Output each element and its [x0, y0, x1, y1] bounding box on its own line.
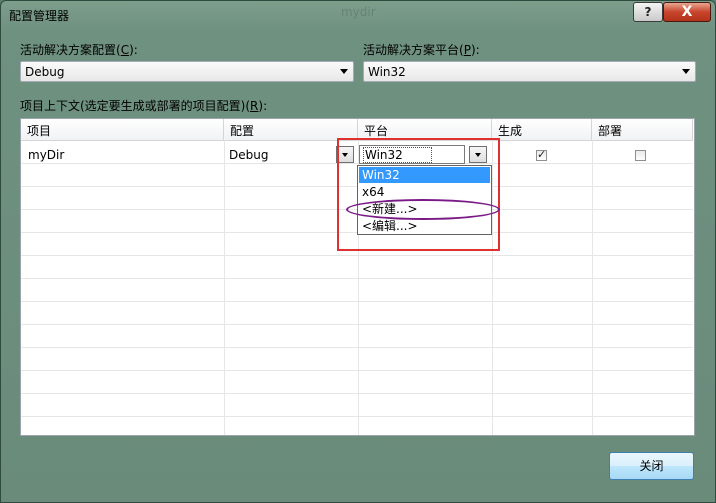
active-platform-combo[interactable]: Win32 — [363, 61, 696, 82]
row-deploy-checkbox[interactable] — [635, 150, 646, 161]
window-close-button[interactable]: X — [663, 2, 711, 22]
column-header-project[interactable]: 项目 — [21, 119, 224, 140]
project-contexts-label: 项目上下文(选定要生成或部署的项目配置)(R): — [20, 99, 268, 113]
question-icon: ? — [644, 5, 652, 19]
active-platform-value: Win32 — [368, 65, 406, 79]
title-bar[interactable]: 配置管理器 mydir ? X — [1, 1, 715, 29]
column-header-platform[interactable]: 平台 — [358, 119, 492, 140]
active-config-value: Debug — [25, 65, 65, 79]
grid-column-line — [224, 140, 225, 435]
column-header-build[interactable]: 生成 — [492, 119, 592, 140]
help-button[interactable]: ? — [633, 2, 663, 22]
background-window-title: mydir — [341, 5, 376, 19]
row-config-value[interactable]: Debug — [229, 148, 268, 162]
row-project-name: myDir — [28, 148, 65, 162]
purple-highlight-ellipse — [346, 199, 500, 220]
window-title: 配置管理器 — [9, 9, 70, 23]
column-header-config[interactable]: 配置 — [224, 119, 358, 140]
active-config-label: 活动解决方案配置(C): — [20, 43, 138, 57]
active-platform-label: 活动解决方案平台(P): — [363, 43, 480, 57]
grid-column-line — [592, 140, 593, 435]
close-button[interactable]: 关闭 — [609, 452, 694, 480]
chevron-down-icon — [682, 69, 690, 74]
row-build-checkbox[interactable] — [536, 148, 547, 161]
column-header-deploy[interactable]: 部署 — [592, 119, 693, 140]
red-highlight-box — [337, 138, 500, 251]
chevron-down-icon — [340, 69, 348, 74]
close-icon: X — [681, 4, 693, 20]
active-config-combo[interactable]: Debug — [20, 61, 354, 82]
